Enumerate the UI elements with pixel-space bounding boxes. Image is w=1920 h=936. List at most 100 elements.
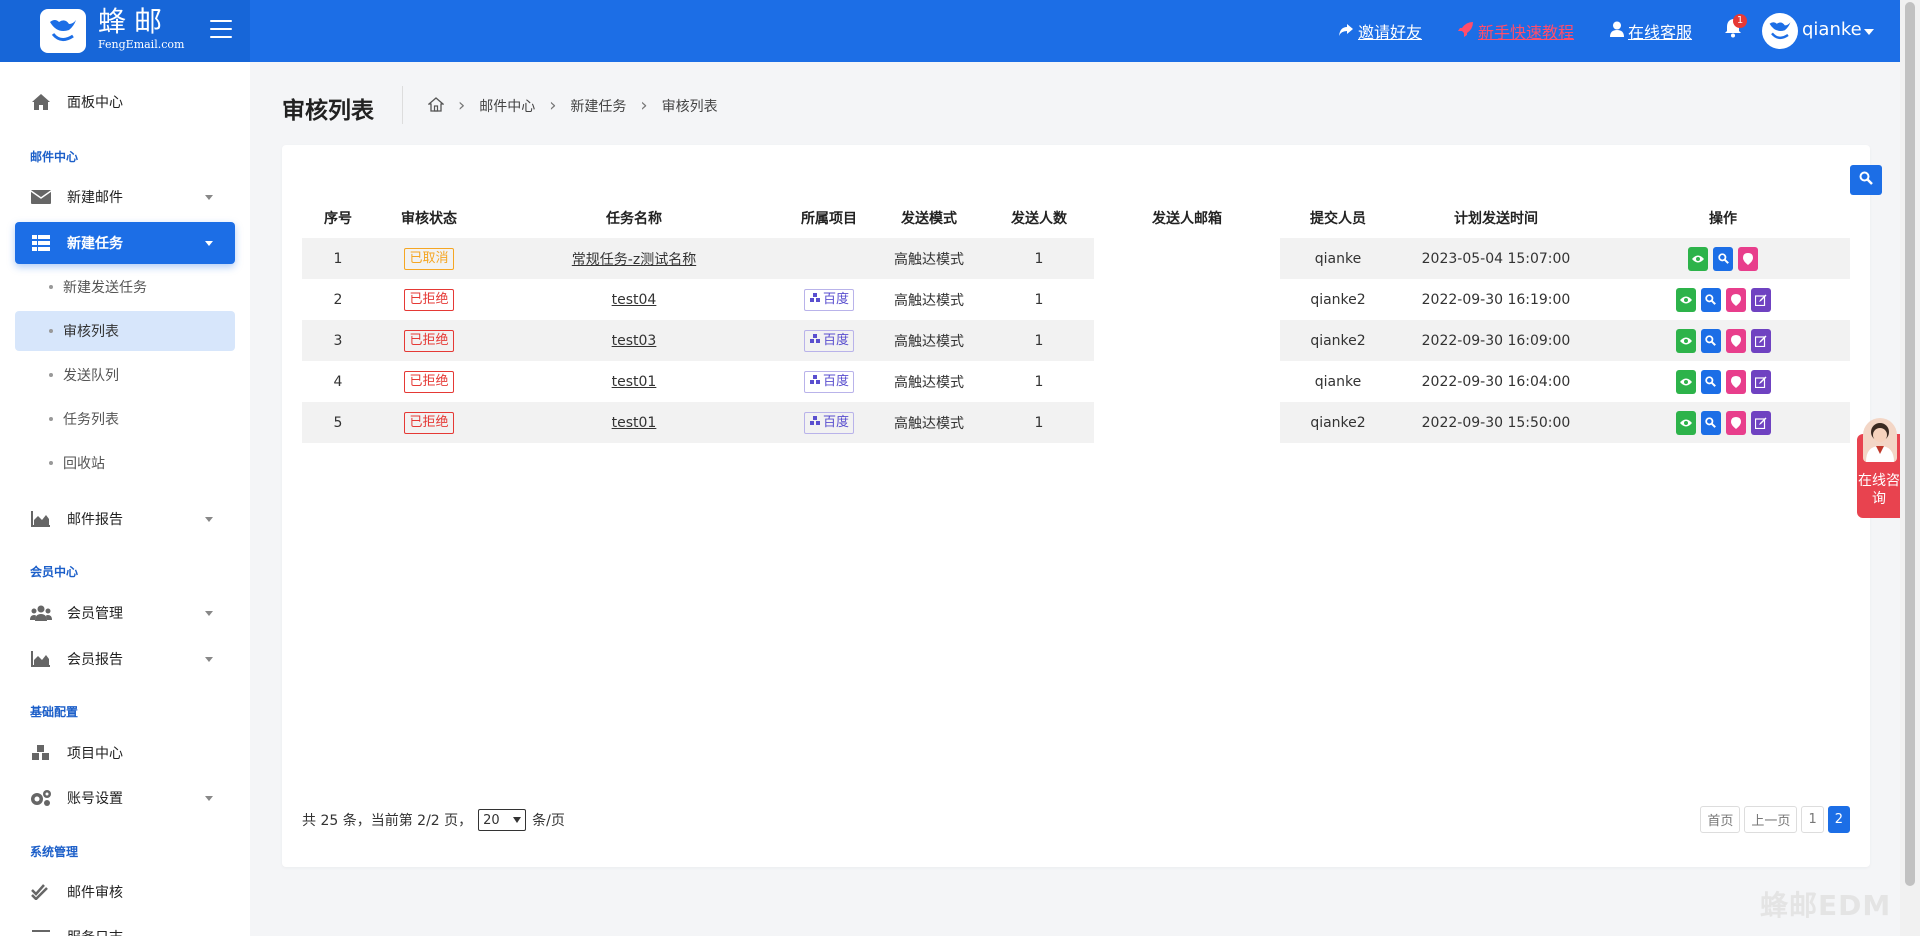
sidebar-item-new-task[interactable]: 新建任务 <box>15 222 235 264</box>
row-number: 1 <box>302 238 374 279</box>
sidebar-subitem-task-list[interactable]: 任务列表 <box>15 399 235 439</box>
actions-cell <box>1596 320 1850 361</box>
sidebar-item-member-mgmt[interactable]: 会员管理 <box>15 592 235 634</box>
page-size-select[interactable]: 20 <box>478 809 527 831</box>
task-name-link[interactable]: test01 <box>612 374 657 390</box>
project-badge: 百度 <box>803 411 854 434</box>
page-number-button-current[interactable]: 2 <box>1827 806 1850 833</box>
chevron-down-icon <box>205 241 213 246</box>
edit-icon[interactable] <box>1750 410 1771 435</box>
status-cell: 已取消 <box>374 238 484 279</box>
sidebar-item-member-report[interactable]: 会员报告 <box>15 638 235 680</box>
view-eye-icon[interactable] <box>1675 287 1696 312</box>
chevron-down-icon <box>205 195 213 200</box>
breadcrumb-item[interactable]: 邮件中心 <box>479 96 535 116</box>
column-header: 所属项目 <box>801 210 857 227</box>
page-scrollbar[interactable] <box>1900 0 1920 936</box>
submitter-cell: qianke2 <box>1280 402 1396 443</box>
submitter-cell: qianke <box>1314 373 1362 390</box>
sender-email-cell <box>1094 238 1280 279</box>
sidebar-item-account-settings[interactable]: 账号设置 <box>15 777 235 819</box>
pagination-info: 共 25 条，当前第 2/2 页， 20 条/页 <box>302 809 565 831</box>
edit-icon[interactable] <box>1750 328 1771 353</box>
view-eye-icon[interactable] <box>1688 246 1708 271</box>
page-number-button[interactable]: 1 <box>1801 806 1824 833</box>
status-badge: 已拒绝 <box>404 288 454 311</box>
scheduled-time-cell: 2022-09-30 16:09:00 <box>1396 320 1596 361</box>
sidebar-subitem-recycle-bin[interactable]: 回收站 <box>15 443 235 483</box>
recipient-count-cell: 1 <box>1034 373 1044 390</box>
task-name-link[interactable]: test03 <box>612 333 657 349</box>
section-title-config: 基础配置 <box>30 705 79 719</box>
online-consult-label: 在线咨询 <box>1858 473 1900 507</box>
sender-email-cell <box>1094 402 1280 443</box>
scrollbar-thumb[interactable] <box>1905 2 1915 886</box>
sidebar-item-mail-report[interactable]: 邮件报告 <box>15 498 235 540</box>
sidebar-item-label: 面板中心 <box>67 95 123 111</box>
chevron-down-icon <box>205 657 213 662</box>
view-eye-icon[interactable] <box>1675 328 1696 353</box>
home-icon[interactable] <box>427 96 445 116</box>
menu-toggle-icon[interactable] <box>210 20 232 38</box>
scheduled-time-cell: 2023-05-04 15:07:00 <box>1396 238 1596 279</box>
sender-email-cell <box>1094 279 1280 320</box>
detail-search-icon[interactable] <box>1713 246 1733 271</box>
sidebar-item-label: 邮件报告 <box>67 512 123 528</box>
sidebar-item-dashboard[interactable]: 面板中心 <box>15 81 235 123</box>
sidebar-subitem-send-queue[interactable]: 发送队列 <box>15 355 235 395</box>
row-number: 3 <box>302 320 374 361</box>
detail-search-icon[interactable] <box>1700 369 1721 394</box>
sender-email-cell <box>1094 320 1280 361</box>
breadcrumb-item[interactable]: 新建任务 <box>570 96 626 116</box>
status-badge: 已拒绝 <box>404 370 454 393</box>
area-chart-icon <box>27 511 55 527</box>
view-eye-icon[interactable] <box>1675 410 1696 435</box>
sidebar-subitem-review-list[interactable]: 审核列表 <box>15 311 235 351</box>
search-icon <box>1859 171 1873 189</box>
sidebar-item-label: 邮件审核 <box>67 885 123 901</box>
status-badge: 已拒绝 <box>404 411 454 434</box>
project-cell <box>784 238 874 279</box>
task-name-link[interactable]: test01 <box>612 415 657 431</box>
recipient-count-cell: 1 <box>984 238 1094 279</box>
task-name-link[interactable]: 常规任务-z测试名称 <box>572 252 696 268</box>
detail-search-icon[interactable] <box>1700 287 1721 312</box>
sidebar-item-mail-review[interactable]: 邮件审核 <box>15 871 235 913</box>
list-icon <box>27 235 55 251</box>
detail-search-icon[interactable] <box>1700 328 1721 353</box>
location-pin-icon[interactable] <box>1725 369 1746 394</box>
invite-friends-link[interactable]: 邀请好友 <box>1338 19 1422 43</box>
chevron-down-icon <box>205 611 213 616</box>
edit-icon[interactable] <box>1750 369 1771 394</box>
location-pin-icon[interactable] <box>1738 246 1758 271</box>
user-name[interactable]: qianke <box>1802 19 1862 40</box>
user-dropdown-caret-icon[interactable] <box>1864 29 1874 35</box>
sidebar-item-project-center[interactable]: 项目中心 <box>15 732 235 774</box>
prev-page-button[interactable]: 上一页 <box>1744 806 1798 833</box>
cubes-icon <box>809 291 821 309</box>
status-cell: 已拒绝 <box>374 361 484 402</box>
breadcrumb: › 邮件中心 › 新建任务 › 审核列表 <box>427 96 718 116</box>
location-pin-icon[interactable] <box>1725 287 1746 312</box>
tutorial-link[interactable]: 新手快速教程 <box>1458 19 1574 43</box>
first-page-button[interactable]: 首页 <box>1700 806 1741 833</box>
sidebar-item-service-log[interactable]: 服务日志 <box>15 916 235 936</box>
table-row: 4 已拒绝 test01 百度 高触达模式 1 qianke 2022-09-30 16:04… <box>302 361 1850 402</box>
column-header: 发送人邮箱 <box>1152 210 1222 227</box>
search-button[interactable] <box>1850 165 1882 195</box>
sidebar-item-new-mail[interactable]: 新建邮件 <box>15 176 235 218</box>
sidebar-item-label: 会员管理 <box>67 606 123 622</box>
online-support-link[interactable]: 在线客服 <box>1610 19 1692 43</box>
sidebar-subitem-new-send-task[interactable]: 新建发送任务 <box>15 267 235 307</box>
edit-icon[interactable] <box>1750 287 1771 312</box>
location-pin-icon[interactable] <box>1725 410 1746 435</box>
detail-search-icon[interactable] <box>1700 410 1721 435</box>
view-eye-icon[interactable] <box>1675 369 1696 394</box>
location-pin-icon[interactable] <box>1725 328 1746 353</box>
sidebar-item-label: 项目中心 <box>67 746 123 762</box>
section-title-member: 会员中心 <box>30 565 79 579</box>
chevron-down-icon <box>205 796 213 801</box>
user-avatar[interactable] <box>1762 13 1798 49</box>
support-agent-avatar[interactable] <box>1863 418 1897 462</box>
task-name-link[interactable]: test04 <box>612 292 657 308</box>
